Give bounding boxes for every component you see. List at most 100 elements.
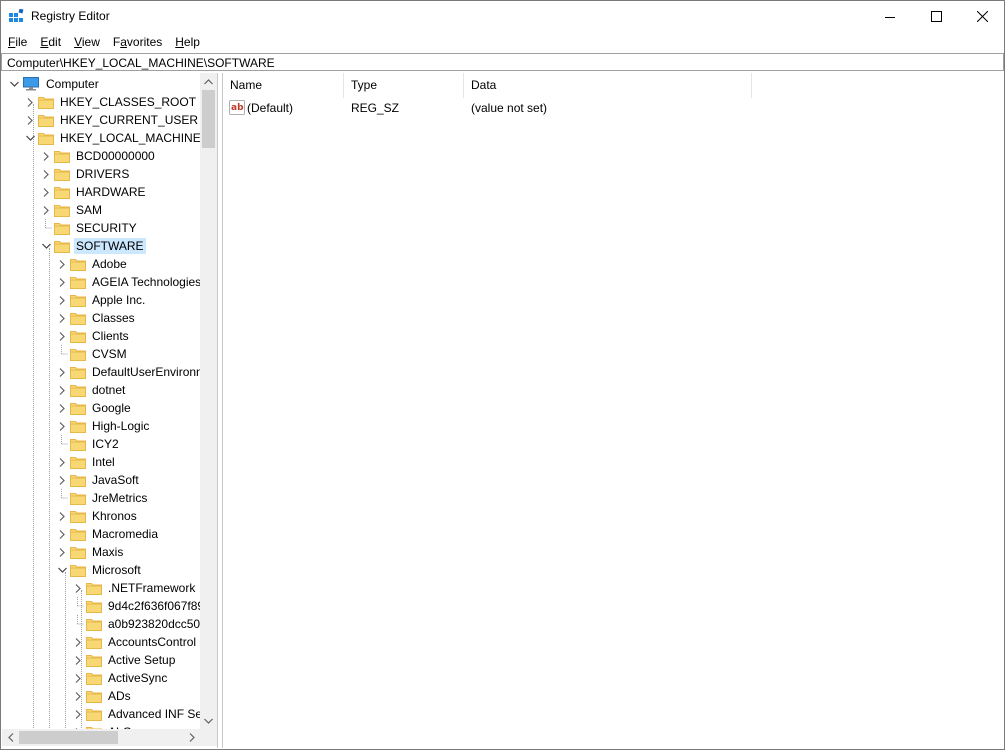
tree-expander[interactable] [24,93,36,111]
tree-expander[interactable] [56,327,68,345]
tree-item-label: SOFTWARE [74,238,146,254]
tree-item[interactable]: DefaultUserEnvironn [56,363,200,381]
address-bar[interactable]: Computer\HKEY_LOCAL_MACHINE\SOFTWARE [1,53,1004,71]
tree-horizontal-scrollbar[interactable] [2,729,200,746]
tree-expander[interactable] [72,579,84,597]
tree-expander[interactable] [56,525,68,543]
tree-item[interactable]: Adobe [56,255,129,273]
tree-item[interactable]: BCD00000000 [40,147,157,165]
tree-expander[interactable] [56,273,68,291]
tree-item[interactable]: SOFTWARE [40,237,146,255]
close-button[interactable] [959,1,1005,32]
tree-expander[interactable] [40,165,52,183]
tree-item[interactable]: Apple Inc. [56,291,147,309]
scroll-right-arrow[interactable] [183,729,200,746]
column-header-data[interactable]: Data [464,73,752,98]
tree-expander[interactable] [56,255,68,273]
tree-item[interactable]: AGEIA Technologies [56,273,200,291]
title-bar[interactable]: Registry Editor [1,1,1004,32]
tree-item[interactable]: High-Logic [56,417,151,435]
tree-expander[interactable] [72,687,84,705]
column-header-name[interactable]: Name [223,73,344,98]
tree-item[interactable]: JavaSoft [56,471,141,489]
tree-item-label: Adobe [92,257,127,271]
tree-item-label: SECURITY [76,221,137,235]
menu-file[interactable]: File [1,32,33,52]
tree-item[interactable]: Computer [8,75,101,93]
tree-item[interactable]: Maxis [56,543,125,561]
tree-item[interactable]: DRIVERS [40,165,131,183]
tree-item[interactable]: Classes [56,309,137,327]
tree-expander[interactable] [24,129,36,147]
tree-item[interactable]: HARDWARE [40,183,148,201]
tree-expander[interactable] [40,147,52,165]
tree-item[interactable]: Active Setup [72,651,177,669]
menu-view[interactable]: View [67,32,106,52]
scroll-down-arrow[interactable] [200,712,217,729]
maximize-button[interactable] [913,1,959,32]
table-row[interactable]: ab (Default) REG_SZ (value not set) [223,99,752,117]
tree-item[interactable]: Khronos [56,507,139,525]
tree-expander[interactable] [8,75,20,93]
horizontal-scroll-thumb[interactable] [19,731,118,744]
tree-expander[interactable] [56,471,68,489]
folder-icon [70,403,86,415]
tree-expander[interactable] [56,417,68,435]
tree-item[interactable]: Advanced INF Set [72,705,200,723]
tree-expander[interactable] [40,183,52,201]
minimize-icon [885,16,895,18]
tree-item-label: ActiveSync [108,671,168,685]
tree-item[interactable]: HKEY_LOCAL_MACHINE [24,129,200,147]
tree-item[interactable]: .NETFramework [72,579,197,597]
tree-expander[interactable] [56,309,68,327]
registry-key-tree[interactable]: Computer HKEY_CLASSES_ROOT HKEY_CURRENT_US… [2,73,200,729]
tree-item[interactable]: AccountsControl [72,633,198,651]
tree-item[interactable]: ActiveSync [72,669,169,687]
tree-item[interactable]: ADs [72,687,133,705]
menu-favorites[interactable]: Favorites [106,32,168,52]
tree-expander[interactable] [40,201,52,219]
tree-expander[interactable] [24,111,36,129]
tree-item[interactable]: SECURITY [40,219,139,237]
tree-expander[interactable] [56,381,68,399]
tree-vertical-scrollbar[interactable] [200,73,217,729]
menu-help[interactable]: Help [168,32,206,52]
tree-item[interactable]: CVSM [56,345,129,363]
tree-expander[interactable] [72,669,84,687]
tree-item[interactable]: HKEY_CLASSES_ROOT [24,93,198,111]
scroll-up-arrow[interactable] [200,73,217,90]
folder-icon [70,385,86,397]
tree-item[interactable]: Google [56,399,133,417]
tree-expander[interactable] [72,633,84,651]
folder-icon [86,619,102,631]
column-header-type[interactable]: Type [344,73,464,98]
tree-expander[interactable] [72,705,84,723]
tree-item[interactable]: Intel [56,453,117,471]
tree-item[interactable]: HKEY_CURRENT_USER [24,111,200,129]
chevron-right-icon [189,733,195,742]
scroll-left-arrow[interactable] [2,729,19,746]
minimize-button[interactable] [867,1,913,32]
tree-expander[interactable] [40,237,52,255]
tree-expander[interactable] [56,507,68,525]
tree-expander[interactable] [56,399,68,417]
tree-item[interactable]: dotnet [56,381,127,399]
tree-item[interactable]: a0b923820dcc509 [72,615,200,633]
tree-expander[interactable] [56,561,68,579]
tree-expander[interactable] [56,291,68,309]
tree-expander[interactable] [56,453,68,471]
menu-edit[interactable]: Edit [33,32,67,52]
folder-icon [38,115,54,127]
chevron-right-icon [43,169,49,179]
tree-item[interactable]: SAM [40,201,104,219]
tree-expander[interactable] [56,543,68,561]
tree-expander[interactable] [56,363,68,381]
vertical-scroll-thumb[interactable] [202,90,215,148]
tree-item[interactable]: JreMetrics [56,489,149,507]
tree-item[interactable]: 9d4c2f636f067f89 [72,597,200,615]
tree-expander[interactable] [72,651,84,669]
tree-item[interactable]: Clients [56,327,131,345]
tree-item[interactable]: Microsoft [56,561,143,579]
tree-item[interactable]: ICY2 [56,435,121,453]
tree-item[interactable]: Macromedia [56,525,160,543]
